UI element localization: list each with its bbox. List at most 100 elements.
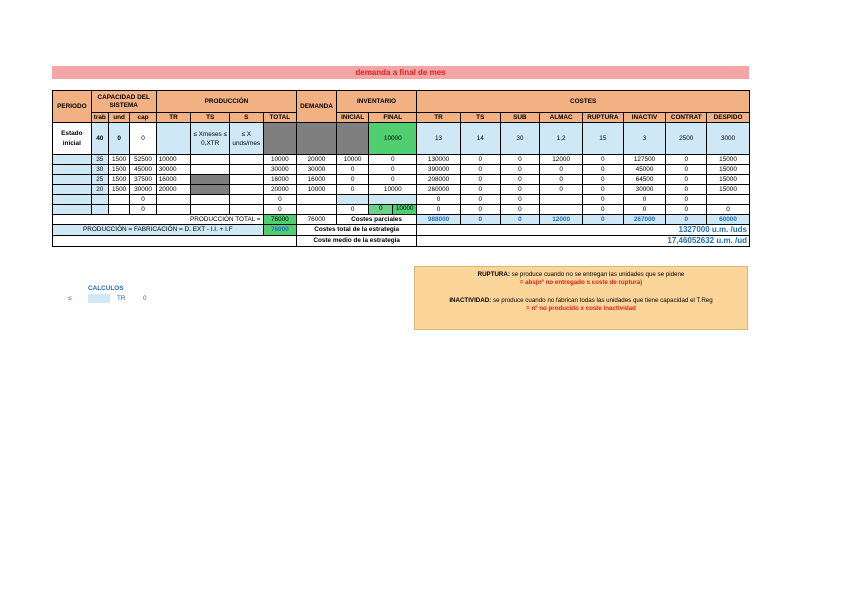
parcial-ts[interactable]: 0 [459, 214, 501, 225]
parcial-ruptura[interactable]: 0 [581, 214, 624, 225]
estado-cap[interactable]: 0 [129, 122, 157, 155]
c-contrat-cell[interactable]: 0 [665, 154, 708, 165]
estado-ts[interactable]: ≤ Xmeses ≤ 0,XTR [190, 122, 230, 155]
c-sub-cell[interactable]: 0 [499, 154, 541, 165]
parcial-despido[interactable]: 60000 [706, 214, 750, 225]
final-cell[interactable]: 0 [368, 154, 418, 165]
estado-label[interactable]: Estado inicial [52, 122, 92, 155]
c-almac-cell[interactable] [539, 204, 583, 215]
cap-cell[interactable]: 0 [129, 204, 157, 215]
c-almac-cell[interactable]: 0 [539, 184, 583, 195]
estado-c-tr[interactable]: 13 [416, 122, 461, 155]
final-cell[interactable] [368, 194, 418, 205]
coste-medio-value[interactable]: 17,46052632 u.m. /ud [416, 235, 750, 247]
c-ts-cell[interactable]: 0 [459, 164, 501, 175]
parcial-inactiv[interactable]: 267000 [622, 214, 667, 225]
total-cell[interactable]: 10000 [262, 154, 298, 165]
cap-cell[interactable]: 45000 [129, 164, 157, 175]
trab-cell[interactable]: 35 [90, 154, 109, 165]
inicial-cell[interactable]: 10000 [335, 154, 370, 165]
s-cell[interactable] [228, 204, 264, 215]
c-despido-cell[interactable]: 0 [706, 204, 750, 215]
c-inactiv-cell[interactable]: 127500 [622, 154, 667, 165]
total-cell[interactable]: 30000 [262, 164, 298, 175]
periodo-cell[interactable] [52, 204, 92, 215]
estado-s[interactable]: ≤ X unds/mes [228, 122, 264, 155]
final-cell[interactable]: 0 [368, 164, 418, 175]
estado-tr[interactable] [155, 122, 192, 155]
trab-cell[interactable]: 25 [90, 174, 109, 185]
c-sub-cell[interactable]: 0 [499, 204, 541, 215]
demanda-cell[interactable]: 16000 [296, 174, 337, 185]
und-cell[interactable]: 1500 [107, 184, 131, 195]
cap-cell[interactable]: 30000 [129, 184, 157, 195]
c-ruptura-cell[interactable]: 0 [581, 184, 624, 195]
c-tr-cell[interactable]: 0 [416, 194, 461, 205]
c-ruptura-cell[interactable]: 0 [581, 164, 624, 175]
ts-cell[interactable] [190, 174, 230, 185]
c-sub-cell[interactable]: 0 [499, 184, 541, 195]
c-sub-cell[interactable]: 0 [499, 194, 541, 205]
c-ts-cell[interactable]: 0 [459, 184, 501, 195]
final-cell[interactable]: 0 10000 [368, 204, 418, 215]
parcial-almac[interactable]: 12000 [539, 214, 583, 225]
demanda-cell[interactable]: 10000 [296, 184, 337, 195]
ts-cell[interactable] [190, 204, 230, 215]
c-contrat-cell[interactable]: 0 [665, 174, 708, 185]
tr-cell[interactable]: 20000 [155, 184, 192, 195]
demanda-cell[interactable]: 20000 [296, 154, 337, 165]
c-inactiv-cell[interactable]: 45000 [622, 164, 667, 175]
estado-c-ruptura[interactable]: 15 [581, 122, 624, 155]
c-despido-cell[interactable] [706, 194, 750, 205]
final-sub-cell[interactable]: 10000 [393, 205, 416, 214]
und-cell[interactable]: 1500 [107, 154, 131, 165]
s-cell[interactable] [228, 164, 264, 175]
c-ruptura-cell[interactable]: 0 [581, 194, 624, 205]
total-cell[interactable]: 20000 [262, 184, 298, 195]
s-cell[interactable] [228, 184, 264, 195]
periodo-cell[interactable] [52, 164, 92, 175]
und-cell[interactable]: 1500 [107, 164, 131, 175]
tr-cell[interactable]: 10000 [155, 154, 192, 165]
c-inactiv-cell[interactable]: 64500 [622, 174, 667, 185]
inicial-cell[interactable]: 0 [335, 174, 370, 185]
s-cell[interactable] [228, 194, 264, 205]
ts-cell[interactable] [190, 194, 230, 205]
estado-final[interactable]: 10000 [368, 122, 418, 155]
c-despido-cell[interactable]: 15000 [706, 174, 750, 185]
c-almac-cell[interactable]: 12000 [539, 154, 583, 165]
und-cell[interactable] [107, 204, 131, 215]
und-cell[interactable] [107, 194, 131, 205]
parcial-contrat[interactable]: 0 [665, 214, 708, 225]
c-inactiv-cell[interactable]: 30000 [622, 184, 667, 195]
c-despido-cell[interactable]: 15000 [706, 184, 750, 195]
cap-cell[interactable]: 0 [129, 194, 157, 205]
c-contrat-cell[interactable]: 0 [665, 164, 708, 175]
estado-demanda[interactable] [296, 122, 337, 155]
estado-inicial[interactable] [335, 122, 370, 155]
c-inactiv-cell[interactable]: 0 [622, 204, 667, 215]
periodo-cell[interactable] [52, 174, 92, 185]
estado-c-almac[interactable]: 1,2 [539, 122, 583, 155]
periodo-cell[interactable] [52, 184, 92, 195]
trab-cell[interactable]: 30 [90, 164, 109, 175]
produccion-total-value[interactable]: 76000 [262, 214, 298, 225]
c-ts-cell[interactable]: 0 [459, 194, 501, 205]
calculos-input[interactable] [88, 294, 110, 303]
final-cell[interactable]: 0 [368, 174, 418, 185]
inicial-cell[interactable]: 0 [335, 184, 370, 195]
tr-cell[interactable]: 16000 [155, 174, 192, 185]
c-contrat-cell[interactable]: 0 [665, 194, 708, 205]
c-contrat-cell[interactable]: 0 [665, 184, 708, 195]
estado-und[interactable]: 0 [107, 122, 131, 155]
estado-c-contrat[interactable]: 2500 [665, 122, 708, 155]
c-tr-cell[interactable]: 208000 [416, 174, 461, 185]
tr-cell[interactable]: 30000 [155, 164, 192, 175]
produccion-formula-value[interactable]: 76000 [262, 224, 298, 236]
final-cell[interactable]: 10000 [368, 184, 418, 195]
c-tr-cell[interactable]: 260000 [416, 184, 461, 195]
ts-cell[interactable] [190, 164, 230, 175]
c-ruptura-cell[interactable]: 0 [581, 174, 624, 185]
ts-cell[interactable] [190, 184, 230, 195]
demanda-cell[interactable] [296, 204, 337, 215]
